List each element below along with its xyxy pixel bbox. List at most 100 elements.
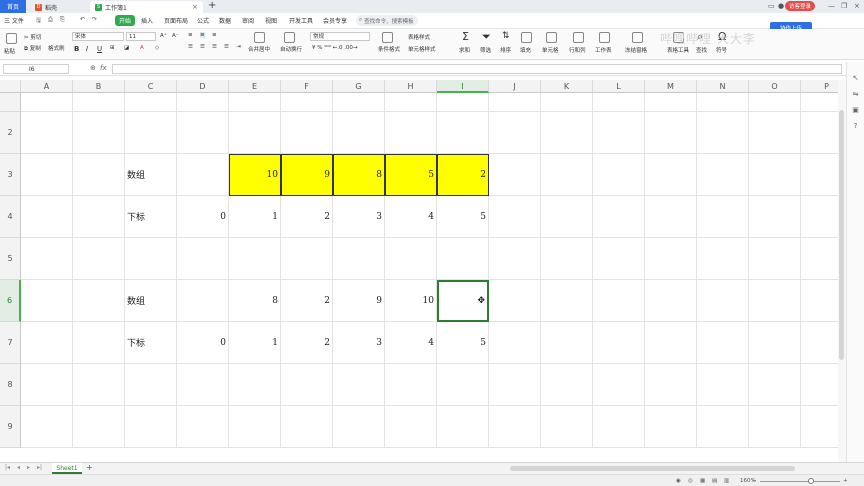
cell-i9[interactable]	[437, 406, 489, 448]
cell-f6[interactable]: 2	[281, 280, 333, 322]
tab-home[interactable]: 首页	[0, 0, 26, 13]
sort-button[interactable]: 排序	[500, 46, 511, 54]
cell[interactable]	[697, 93, 749, 112]
horizontal-scroll-thumb[interactable]	[510, 466, 795, 471]
cell-e6[interactable]: 8	[229, 280, 281, 322]
cell-j2[interactable]	[489, 112, 541, 154]
name-box[interactable]: I6	[3, 64, 69, 74]
cell-m9[interactable]	[645, 406, 697, 448]
cursor-tool-icon[interactable]: ↖	[851, 74, 860, 83]
cell-l7[interactable]	[593, 322, 645, 364]
cell-e2[interactable]	[229, 112, 281, 154]
select-all-corner[interactable]	[0, 80, 21, 93]
cell[interactable]	[125, 93, 177, 112]
first-sheet-icon[interactable]: |◂	[5, 464, 10, 471]
cell[interactable]	[177, 93, 229, 112]
paste-button[interactable]: 粘贴	[4, 47, 15, 55]
cell-f9[interactable]	[281, 406, 333, 448]
maximize-icon[interactable]: ❐	[841, 2, 847, 10]
filter-button[interactable]: 筛选	[480, 46, 491, 54]
cell-d7[interactable]: 0	[177, 322, 229, 364]
grid-view-icon[interactable]: ▤	[712, 478, 717, 484]
font-name-select[interactable]: 宋体	[72, 32, 124, 41]
cell-n6[interactable]	[697, 280, 749, 322]
cell-i7[interactable]: 5	[437, 322, 489, 364]
close-icon[interactable]: ×	[192, 3, 198, 11]
cell-b8[interactable]	[73, 364, 125, 406]
cell-l2[interactable]	[593, 112, 645, 154]
next-sheet-icon[interactable]: ▸	[27, 464, 30, 471]
cell-a6[interactable]	[21, 280, 73, 322]
redo-icon[interactable]: ↷	[92, 16, 97, 23]
zoom-icon[interactable]: ⊕	[90, 64, 96, 72]
cell[interactable]	[333, 93, 385, 112]
cell-h6[interactable]: 10	[385, 280, 437, 322]
properties-icon[interactable]: ▣	[851, 106, 860, 115]
cell-j6[interactable]	[489, 280, 541, 322]
row-header-8[interactable]: 8	[0, 364, 21, 406]
paste-icon[interactable]	[6, 33, 17, 44]
cell-m2[interactable]	[645, 112, 697, 154]
find-button[interactable]: 查找	[696, 46, 707, 54]
cell-o3[interactable]	[749, 154, 801, 196]
cell[interactable]	[385, 93, 437, 112]
cell-j3[interactable]	[489, 154, 541, 196]
cell-g6[interactable]: 9	[333, 280, 385, 322]
cell-h7[interactable]: 4	[385, 322, 437, 364]
cell-c5[interactable]	[125, 238, 177, 280]
font-size-select[interactable]: 11	[126, 32, 156, 41]
cell[interactable]	[593, 93, 645, 112]
cell-g5[interactable]	[333, 238, 385, 280]
cell[interactable]	[801, 93, 838, 112]
cell-j9[interactable]	[489, 406, 541, 448]
cell[interactable]	[73, 93, 125, 112]
align-right-icon[interactable]: ☰	[212, 44, 217, 50]
cell-p8[interactable]	[801, 364, 838, 406]
indent-icon[interactable]: ⇥	[236, 44, 241, 50]
fx-icon[interactable]: fx	[100, 64, 107, 72]
cell-f5[interactable]	[281, 238, 333, 280]
filter-icon[interactable]: ⏷	[482, 30, 491, 44]
cell-icon[interactable]	[546, 32, 557, 43]
cut-button[interactable]: ✂ 剪切	[24, 33, 41, 41]
row-header-5[interactable]: 5	[0, 238, 21, 280]
new-tab-plus-icon[interactable]: +	[208, 0, 216, 11]
cell-c2[interactable]	[125, 112, 177, 154]
row-header-3[interactable]: 3	[0, 154, 21, 196]
bold-button[interactable]: B	[74, 45, 79, 53]
italic-button[interactable]: I	[86, 45, 88, 53]
cell[interactable]	[437, 93, 489, 112]
column-header-g[interactable]: G	[333, 80, 385, 93]
cell-j7[interactable]	[489, 322, 541, 364]
cell-c6[interactable]: 数组	[125, 280, 177, 322]
cell-m8[interactable]	[645, 364, 697, 406]
menu-home[interactable]: 开始	[115, 15, 136, 26]
notification-icon[interactable]: ●	[778, 2, 784, 10]
cell-k2[interactable]	[541, 112, 593, 154]
font-color-icon[interactable]: A	[140, 45, 144, 51]
page-break-view-icon[interactable]: ▥	[724, 478, 729, 484]
cell-n7[interactable]	[697, 322, 749, 364]
cell-h9[interactable]	[385, 406, 437, 448]
cell-i2[interactable]	[437, 112, 489, 154]
cell-m5[interactable]	[645, 238, 697, 280]
cell[interactable]	[749, 93, 801, 112]
cell-o4[interactable]	[749, 196, 801, 238]
column-header-h[interactable]: H	[385, 80, 437, 93]
eye-icon[interactable]: ◎	[688, 478, 693, 484]
cell-k8[interactable]	[541, 364, 593, 406]
cell-f2[interactable]	[281, 112, 333, 154]
cell-o8[interactable]	[749, 364, 801, 406]
add-sheet-icon[interactable]: +	[86, 463, 93, 472]
cell[interactable]	[281, 93, 333, 112]
cell-m6[interactable]	[645, 280, 697, 322]
clear-icon[interactable]: ◇	[155, 45, 159, 51]
cell-o2[interactable]	[749, 112, 801, 154]
cell-m4[interactable]	[645, 196, 697, 238]
cell-p7[interactable]	[801, 322, 838, 364]
cell-h3[interactable]: 5	[385, 154, 437, 196]
cell-l4[interactable]	[593, 196, 645, 238]
column-header-a[interactable]: A	[21, 80, 73, 93]
cell[interactable]	[645, 93, 697, 112]
tab-workbook[interactable]: S 工作簿1 ×	[90, 1, 203, 13]
